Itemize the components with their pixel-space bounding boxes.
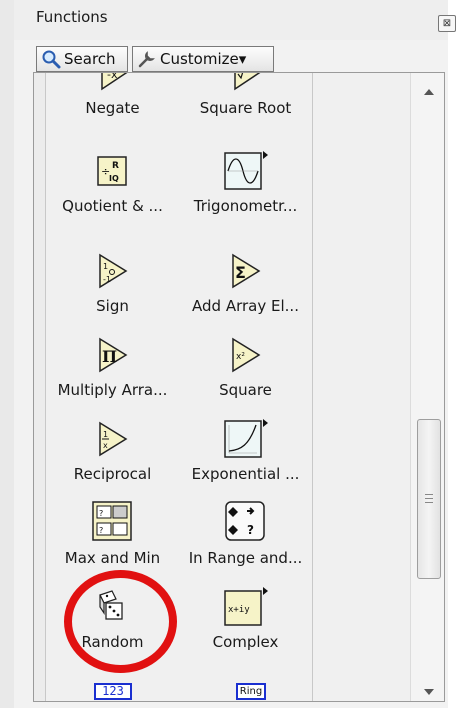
multiply-array-icon: Π — [92, 335, 132, 375]
svg-text:IQ: IQ — [109, 174, 119, 183]
palette-item-label: Reciprocal — [73, 465, 152, 483]
window-title: Functions — [36, 8, 108, 26]
svg-text:-x: -x — [107, 73, 118, 81]
svg-text:R: R — [112, 161, 119, 171]
palette-item-label: Trigonometr... — [193, 197, 298, 215]
palette-item-negate[interactable]: -x Negate — [46, 73, 179, 147]
svg-text:x²: x² — [236, 352, 245, 362]
magnifier-icon — [41, 49, 61, 69]
search-button[interactable]: Search — [36, 46, 128, 72]
palette-item-label: Sign — [96, 297, 129, 315]
svg-text:1: 1 — [103, 262, 108, 271]
functions-window: Functions ⊠ Search Customize▾ -x Negate … — [0, 0, 463, 708]
sign-icon: 1 -1 — [92, 251, 132, 291]
palette-item-label: Square Root — [199, 99, 292, 117]
close-button[interactable]: ⊠ — [438, 15, 456, 32]
palette-item-label: Multiply Arra... — [57, 381, 168, 399]
search-label: Search — [64, 50, 116, 68]
palette-toolbar: Search Customize▾ — [30, 44, 448, 74]
palette-item-trigonometric[interactable]: Trigonometr... — [179, 145, 312, 245]
palette-item-label: In Range and... — [188, 549, 303, 567]
svg-text:-1: -1 — [103, 275, 111, 284]
svg-text:Σ: Σ — [235, 263, 246, 282]
add-array-elements-icon: Σ — [225, 251, 265, 291]
quotient-remainder-icon: ÷ R IQ — [92, 151, 132, 191]
palette-separator — [312, 73, 313, 701]
scroll-thumb[interactable] — [417, 419, 441, 579]
svg-text:Π: Π — [102, 347, 117, 366]
svg-text:?: ? — [99, 526, 103, 535]
trigonometric-icon — [223, 149, 269, 193]
exponential-icon — [223, 417, 269, 461]
svg-text:1: 1 — [103, 430, 108, 439]
palette-item-square-root[interactable]: Square Root — [179, 73, 312, 147]
in-range-icon: ? — [223, 499, 267, 543]
palette-item-quotient[interactable]: ÷ R IQ Quotient & ... — [46, 145, 179, 245]
scroll-down-arrow-icon[interactable] — [424, 689, 434, 695]
highlight-circle — [64, 570, 177, 673]
svg-text:?: ? — [247, 523, 254, 537]
palette-item-label: Complex — [212, 633, 279, 651]
wrench-icon — [137, 49, 157, 69]
svg-text:x+iy: x+iy — [228, 605, 250, 615]
square-root-icon — [225, 73, 265, 93]
vertical-scrollbar[interactable] — [410, 73, 444, 701]
window-left-edge — [0, 0, 14, 708]
negate-icon: -x — [92, 73, 132, 93]
window-right-edge — [448, 0, 463, 708]
grip-icon — [425, 494, 433, 503]
palette-item-label: Add Array El... — [192, 297, 299, 315]
svg-text:x: x — [103, 441, 108, 450]
palette-item-label: Square — [219, 381, 272, 399]
max-min-icon: ? ? — [90, 499, 134, 543]
palette-item-label: Max and Min — [64, 549, 161, 567]
palette-item-label: Quotient & ... — [62, 197, 163, 215]
palette-left-strip — [34, 73, 46, 701]
numeric-constant-icon[interactable]: 123 — [94, 683, 132, 700]
customize-label: Customize▾ — [160, 50, 247, 68]
palette-item-complex[interactable]: x+iy Complex — [179, 581, 312, 681]
palette-item-label: Exponential ... — [191, 465, 300, 483]
svg-text:?: ? — [99, 509, 103, 518]
complex-icon: x+iy — [223, 585, 269, 629]
title-bar: Functions ⊠ — [14, 0, 456, 40]
reciprocal-icon: 1 x — [92, 419, 132, 459]
ring-constant-icon[interactable]: Ring — [236, 683, 266, 700]
customize-button[interactable]: Customize▾ — [132, 46, 274, 72]
square-icon: x² — [225, 335, 265, 375]
scroll-up-arrow-icon[interactable] — [424, 89, 434, 95]
palette-item-label: Negate — [85, 99, 140, 117]
